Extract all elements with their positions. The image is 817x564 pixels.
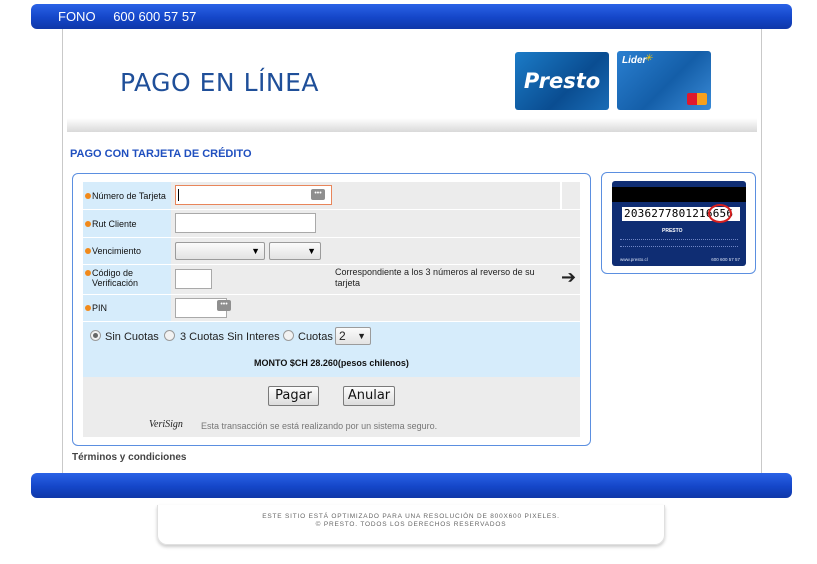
- card-site: www.presto.cl: [620, 257, 648, 262]
- expiry-year-select[interactable]: ▼: [269, 242, 321, 260]
- presto-card-image: Presto: [515, 52, 609, 110]
- chevron-down-icon: ▼: [251, 246, 260, 256]
- chevron-down-icon: ▼: [357, 331, 366, 341]
- verisign-text: Esta transacción se está realizando por …: [201, 421, 438, 431]
- virtual-keyboard-icon[interactable]: •••: [311, 189, 325, 200]
- bullet-icon: [85, 220, 91, 227]
- pin-label: PIN: [92, 303, 108, 313]
- bullet-icon: [85, 248, 91, 254]
- radio-cuotas[interactable]: [283, 330, 294, 341]
- radio-sin-cuotas[interactable]: [90, 330, 101, 341]
- cvv-highlight-circle: [708, 204, 732, 223]
- footer-line-1: ESTE SITIO ESTÁ OPTIMIZADO PARA UNA RESO…: [262, 513, 560, 520]
- card-phone: 600 600 57 57: [711, 257, 740, 262]
- radio-3-cuotas[interactable]: [164, 330, 175, 341]
- expiry-month-select[interactable]: ▼: [175, 242, 265, 260]
- cuotas-label: Cuotas: [298, 331, 333, 343]
- virtual-keyboard-icon[interactable]: •••: [217, 300, 231, 311]
- amount-text: MONTO $CH 28.260(pesos chilenos): [83, 350, 580, 377]
- installments-row: Sin Cuotas 3 Cuotas Sin Interes Cuotas 2…: [83, 322, 580, 350]
- pin-row: PIN •••: [83, 295, 580, 321]
- bullet-icon: [85, 192, 91, 199]
- page-title: PAGO EN LÍNEA: [120, 68, 319, 97]
- card-number-input[interactable]: [175, 185, 332, 205]
- cvv-label: Código de Verificación: [92, 268, 139, 288]
- magnetic-stripe: [612, 187, 746, 202]
- cvv-input[interactable]: [175, 269, 212, 289]
- 3-cuotas-label: 3 Cuotas Sin Interes: [180, 331, 280, 343]
- card-number-label: Número de Tarjeta: [92, 190, 166, 201]
- phone-number: 600 600 57 57: [113, 9, 197, 24]
- star-icon: ✳: [644, 53, 653, 64]
- verisign-logo: VeriSign: [149, 419, 183, 430]
- mastercard-logo: [687, 93, 707, 105]
- expiry-row: Vencimiento ▼ ▼: [83, 238, 580, 264]
- top-bar: FONO 600 600 57 57: [31, 4, 792, 29]
- terms-link[interactable]: Términos y condiciones: [72, 452, 186, 463]
- chevron-down-icon: ▼: [307, 246, 316, 256]
- card-number-row: Número de Tarjeta •••: [83, 182, 580, 209]
- presto-logo: PRESTO: [662, 228, 683, 234]
- bullet-icon: [85, 305, 91, 311]
- bottom-bar: [31, 473, 792, 498]
- lider-card-image: Lider ✳: [617, 51, 711, 110]
- card-back-image: 2036277801216656 PRESTO www.presto.cl 60…: [612, 181, 746, 266]
- verisign-row: VeriSign Esta transacción se está realiz…: [83, 415, 580, 437]
- cvv-row: Código de Verificación Correspondiente a…: [83, 265, 580, 294]
- button-row: Pagar Anular: [83, 377, 580, 415]
- section-title: PAGO CON TARJETA DE CRÉDITO: [70, 148, 252, 160]
- rut-label: Rut Cliente: [92, 218, 137, 229]
- header-divider: [67, 118, 757, 132]
- phone-label: FONO: [58, 9, 96, 24]
- cuotas-select[interactable]: 2 ▼: [335, 327, 371, 345]
- bullet-icon: [85, 270, 91, 276]
- footer-line-2: © PRESTO. TODOS LOS DERECHOS RESERVADOS: [315, 521, 507, 528]
- cancel-button[interactable]: Anular: [343, 386, 395, 406]
- cvv-hint: Correspondiente a los 3 números al rever…: [335, 267, 535, 288]
- footer: ESTE SITIO ESTÁ OPTIMIZADO PARA UNA RESO…: [157, 505, 665, 545]
- rut-row: Rut Cliente: [83, 210, 580, 237]
- sin-cuotas-label: Sin Cuotas: [105, 331, 159, 343]
- expiry-label: Vencimiento: [92, 246, 142, 256]
- arrow-right-icon: ➔: [561, 267, 577, 288]
- rut-input[interactable]: [175, 213, 316, 233]
- fine-print: [620, 239, 738, 247]
- pay-button[interactable]: Pagar: [268, 386, 319, 406]
